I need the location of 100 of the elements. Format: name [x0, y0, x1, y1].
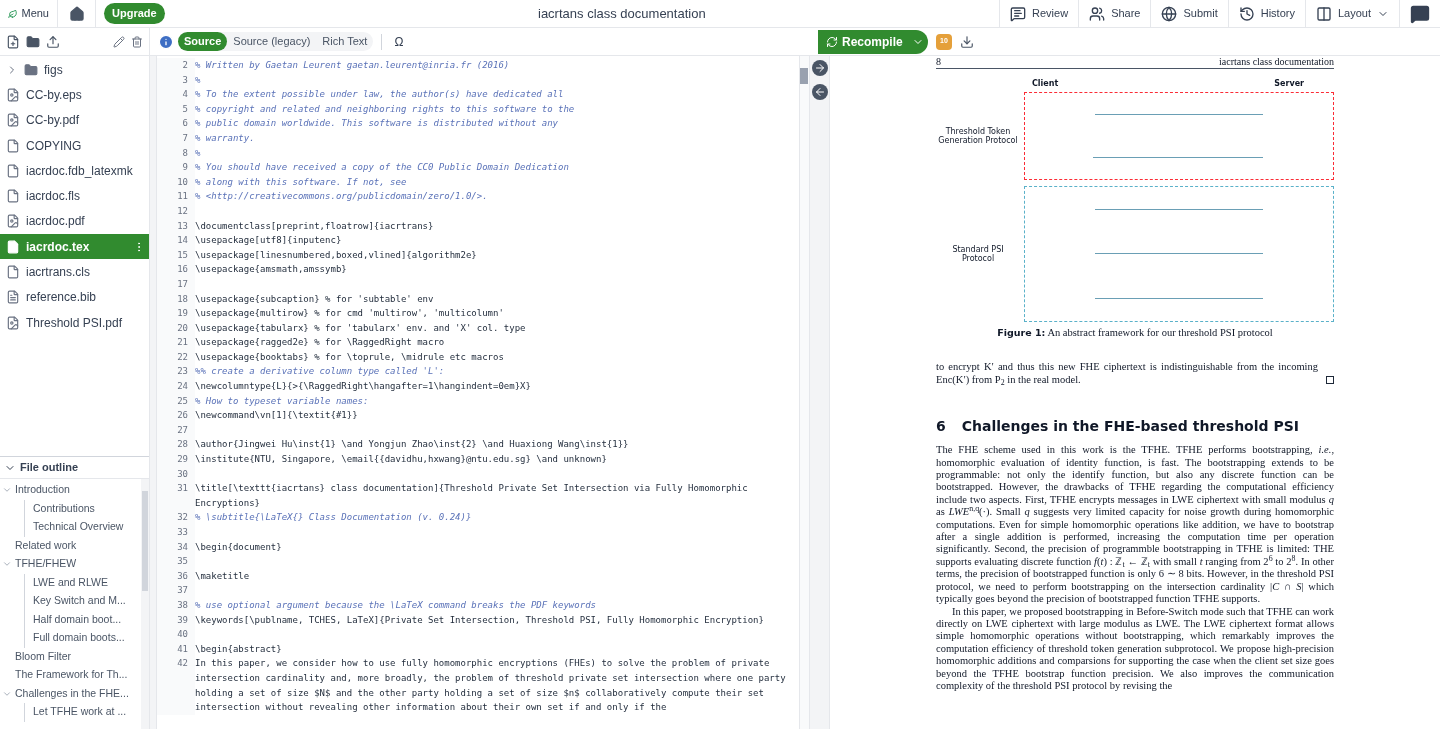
trash-icon[interactable] [131, 35, 143, 48]
recompile-button[interactable]: Recompile [818, 29, 928, 54]
file-tree-item[interactable]: iacrtrans.cls [0, 259, 149, 285]
page-number: 8 [936, 56, 941, 68]
symbol-button[interactable]: Ω [390, 32, 408, 51]
arrow-right-icon[interactable] [811, 60, 828, 76]
outline-item[interactable]: Let TFHE work at ... [33, 704, 127, 721]
line-number: 29 [157, 452, 195, 467]
menu-button[interactable]: Menu [0, 0, 58, 27]
outline-item[interactable]: Technical Overview [33, 519, 124, 536]
line-number: 19 [157, 306, 195, 321]
editor-mode-tab[interactable]: Rich Text [316, 32, 374, 51]
code-line: \usepackage{multirow} % for cmd 'multirow', 'multicolumn' [195, 307, 505, 321]
code-comment: % copyright and related and neighboring rights to this software to the [195, 102, 576, 116]
file-tree-item[interactable]: COPYING [0, 132, 149, 159]
line-number: 24 [157, 379, 195, 394]
review-button[interactable]: Review [999, 0, 1079, 27]
code-line: \begin{abstract} [195, 642, 283, 656]
line-number: 26 [157, 408, 195, 423]
file-tree-item[interactable]: iacrdoc.fls [0, 183, 149, 209]
scrollbar[interactable] [799, 56, 809, 729]
image-file-icon [6, 315, 20, 330]
info-icon[interactable] [158, 33, 174, 50]
code-line: \begin{document} [195, 540, 283, 554]
outline-item[interactable]: LWE and RLWE [33, 574, 108, 591]
file-tree-item[interactable]: iacrdoc.tex [0, 234, 149, 260]
file-tree-item[interactable]: CC-by.eps [0, 82, 149, 108]
upload-icon[interactable] [46, 34, 60, 49]
editor-mode-tab[interactable]: Source (legacy) [227, 32, 317, 51]
code-line: \keywords[\publname, TCHES, LaTeX]{Private Set Intersection, Threshold PSI, Fully Homomorphic Encryption} [195, 613, 765, 627]
outline-item[interactable]: TFHE/FHEW [15, 556, 77, 573]
code-comment: % use optional argument because the \LaTeX command breaks the PDF keywords [195, 598, 597, 612]
outline-header[interactable]: File outline [0, 457, 149, 479]
arrow-left-icon[interactable] [811, 84, 828, 100]
file-icon [6, 239, 20, 254]
people-icon [1089, 5, 1106, 22]
code-line: \documentclass[preprint,floatrow]{iacrtrans} [195, 219, 435, 233]
upgrade-button[interactable]: Upgrade [104, 3, 165, 24]
line-number: 33 [157, 525, 195, 540]
outline-item[interactable]: Half domain boot... [33, 611, 122, 628]
code-line: \maketitle [195, 569, 251, 583]
file-tree-item[interactable]: Threshold PSI.pdf [0, 309, 149, 336]
line-number: 11 [157, 189, 195, 204]
outline-item[interactable]: The Framework for Th... [15, 667, 128, 684]
line-number: 2 [157, 58, 195, 73]
folder-icon [24, 62, 38, 77]
history-icon [1238, 5, 1255, 22]
file-tree-item[interactable]: CC-by.pdf [0, 107, 149, 133]
line-number: 21 [157, 335, 195, 350]
editor-mode-tab[interactable]: Source [178, 32, 228, 51]
history-button[interactable]: History [1227, 0, 1305, 27]
line-number: 42 [157, 656, 195, 715]
line-number: 40 [157, 627, 195, 642]
code-line: \usepackage{tabularx} % for 'tabularx' env. and 'X' col. type [195, 321, 527, 335]
file-tree-item[interactable]: reference.bib [0, 284, 149, 310]
folder-icon[interactable] [26, 34, 40, 49]
code-comment: % Written by Gaetan Leurent gaetan.leurent@inria.fr (2016) [195, 59, 511, 72]
outline-item[interactable]: Key Switch and M... [33, 593, 126, 610]
pane-splitter[interactable] [809, 56, 830, 729]
code-line: \author{Jingwei Hu\inst{1} \and Yongjun Zhao\inst{2} \and Huaxiong Wang\inst{1}} [195, 438, 630, 452]
line-number: 14 [157, 233, 195, 248]
share-button[interactable]: Share [1078, 0, 1151, 27]
code-comment: % [195, 146, 202, 160]
code-comment: % To the extent possible under law, the author(s) have dedicated all [195, 88, 565, 102]
image-file-icon [6, 87, 20, 102]
pencil-icon[interactable] [113, 35, 125, 48]
outline-item[interactable]: Related work [15, 537, 77, 554]
outline-item[interactable]: Bloom Filter [15, 648, 71, 665]
outline-item[interactable]: Challenges in the FHE... [15, 685, 129, 702]
line-number: 31 [157, 481, 195, 511]
code-comment: % How to typeset variable names: [195, 394, 370, 408]
code-line: \usepackage{ragged2e} % for \RaggedRight macro [195, 336, 446, 350]
file-tree-item[interactable]: iacrdoc.pdf [0, 208, 149, 235]
outline-item[interactable]: Full domain boots... [33, 630, 125, 647]
line-number: 6 [157, 116, 195, 131]
code-line: In this paper, we consider how to use fully homomorphic encryptions (FHEs) to solve the problem of private intersection cardinality and, more broadly, the problem of threshold private set intersection where one party holding a set of size $N$ and the other party holding a set of size $n$ collaboratively compute their set intersection without revealing other information about their own set if and only if the [195, 657, 787, 715]
figure-label: Standard PSI Protocol [951, 245, 1005, 263]
figure-caption: Figure 1: An abstract framework for our threshold PSI protocol [996, 327, 1274, 340]
code-comment: % You should have received a copy of the CC0 Public Domain Dedication [195, 161, 570, 175]
outline-item[interactable]: Introduction [15, 482, 70, 499]
code-comment: % [195, 73, 202, 87]
line-number: 32 [157, 510, 195, 525]
line-number: 35 [157, 554, 195, 569]
file-tree-item[interactable]: iacrdoc.fdb_latexmk [0, 158, 149, 184]
code-line: \title[\texttt{iacrtans} class documentation]{Threshold Private Set Intersection via Fully Homomorphic Encryptions} [195, 482, 749, 510]
qed-icon [1326, 376, 1334, 385]
section-heading: 6 Challenges in the FHE-based threshold PSI [936, 418, 1300, 435]
outline-item[interactable]: Contributions [33, 500, 95, 517]
file-tree-item[interactable]: figs [0, 57, 149, 83]
scrollbar[interactable] [141, 479, 149, 729]
figure-label: Threshold Token Generation Protocol [937, 127, 1019, 145]
new-file-icon[interactable] [6, 34, 20, 49]
layout-button[interactable]: Layout [1304, 0, 1399, 27]
submit-button[interactable]: Submit [1150, 0, 1228, 27]
file-icon [6, 189, 20, 204]
paragraph: The FHE scheme used in this work is the TFHE. TFHE performs bootstrapping, i.e., homomorphic evaluation of identity function, is fast. The bootstrapping extends to be programmable: not only the identify function, but also any discrete function can be bootstrapped. However, the drawbacks of TFHE regarding the computational efficiency include two aspects. First, TFHE encrypts messages in LWE ciphertext with small modulus q as LWE$^{n,q}$(·). Small q suggests very limited capacity for noise growth during homomorphic computations. Even for simple homomorphic operations like addition, we have to bootstrap after a single addition is performed, increasing the computation time per operation significantly. Second, the precision of programmble bootstrapping in TFHE is limited: THE supports evaluating discrete function f(t) : ℤ$_{t}$ ← ℤ$_{t}$ with small t ranging from 2$^{6}$ to 2$^{8}$. In other terms, the precision of bootstrapped function is only 6 ∼ 8 bits. However, in the threshold PSI protocol, we need to perform bootstrapping on the intersection cardinality |C ∩ S| which typically goes beyond the precision of bootstrapped function TFHE supports. [936, 444, 1334, 606]
line-number: 16 [157, 262, 195, 277]
figure-label: Server [1274, 79, 1304, 88]
download-icon[interactable] [960, 34, 974, 49]
code-line: \usepackage[utf8]{inputenc} [195, 234, 343, 248]
